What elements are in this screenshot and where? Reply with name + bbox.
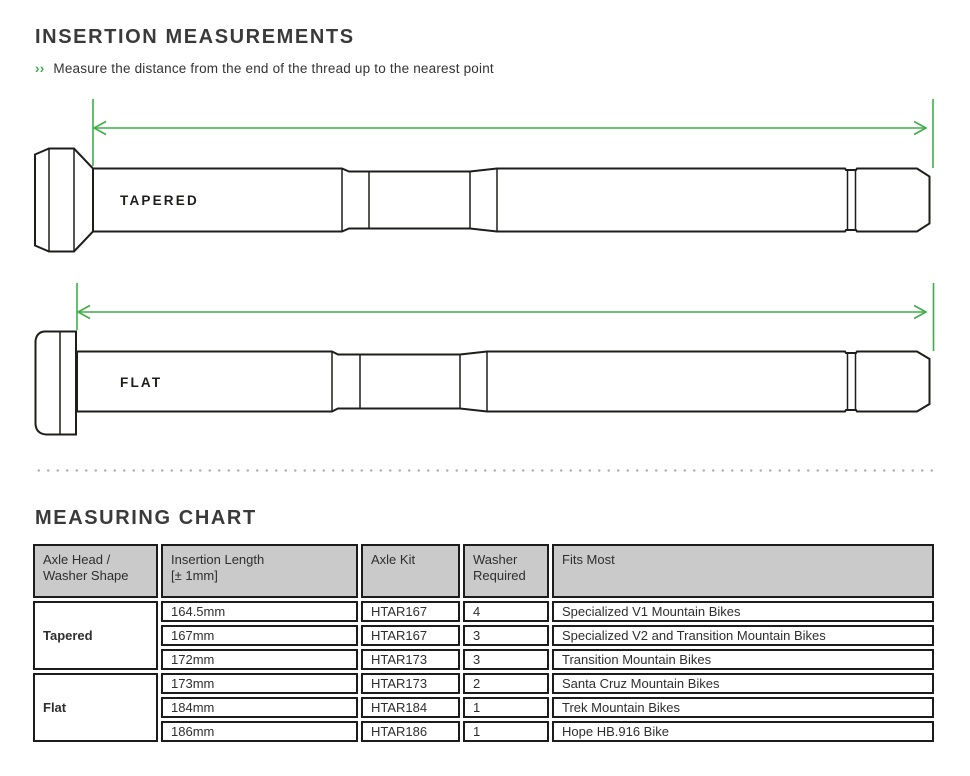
flat-label: FLAT bbox=[120, 375, 162, 390]
th-insertion-length: Insertion Length [± 1mm] bbox=[161, 544, 358, 598]
cell-washer-count: 3 bbox=[463, 625, 549, 646]
th-axle-head-washer-shape: Axle Head / Washer Shape bbox=[33, 544, 158, 598]
tapered-axle-drawing: TAPERED bbox=[35, 149, 930, 252]
th-axle-kit: Axle Kit bbox=[361, 544, 460, 598]
cell-washer-count: 4 bbox=[463, 601, 549, 622]
cell-fits-most: Specialized V1 Mountain Bikes bbox=[552, 601, 934, 622]
axle-diagrams: TAPERED FLAT bbox=[0, 0, 970, 460]
cell-insertion-length: 167mm bbox=[161, 625, 358, 646]
th-washer-required: Washer Required bbox=[463, 544, 549, 598]
table-row: Tapered 164.5mm HTAR167 4 Specialized V1… bbox=[33, 601, 934, 622]
cell-fits-most: Transition Mountain Bikes bbox=[552, 649, 934, 670]
measuring-table: Axle Head / Washer Shape Insertion Lengt… bbox=[30, 541, 937, 745]
table-row: 172mm HTAR173 3 Transition Mountain Bike… bbox=[33, 649, 934, 670]
cell-washer-count: 1 bbox=[463, 721, 549, 742]
chart-title: MEASURING CHART bbox=[35, 507, 257, 529]
table-row: Flat 173mm HTAR173 2 Santa Cruz Mountain… bbox=[33, 673, 934, 694]
cell-insertion-length: 184mm bbox=[161, 697, 358, 718]
cell-fits-most: Trek Mountain Bikes bbox=[552, 697, 934, 718]
cell-axle-kit: HTAR184 bbox=[361, 697, 460, 718]
cell-axle-kit: HTAR173 bbox=[361, 649, 460, 670]
cell-insertion-length: 164.5mm bbox=[161, 601, 358, 622]
cell-axle-shape: Flat bbox=[33, 673, 158, 742]
cell-axle-kit: HTAR186 bbox=[361, 721, 460, 742]
cell-fits-most: Specialized V2 and Transition Mountain B… bbox=[552, 625, 934, 646]
cell-washer-count: 2 bbox=[463, 673, 549, 694]
table-header-row: Axle Head / Washer Shape Insertion Lengt… bbox=[33, 544, 934, 598]
cell-axle-shape: Tapered bbox=[33, 601, 158, 670]
flat-axle-head bbox=[36, 332, 77, 435]
cell-insertion-length: 172mm bbox=[161, 649, 358, 670]
cell-axle-kit: HTAR167 bbox=[361, 625, 460, 646]
cell-axle-kit: HTAR173 bbox=[361, 673, 460, 694]
cell-washer-count: 1 bbox=[463, 697, 549, 718]
flat-axle-body bbox=[77, 352, 930, 412]
tapered-label: TAPERED bbox=[120, 193, 199, 208]
table-row: 186mm HTAR186 1 Hope HB.916 Bike bbox=[33, 721, 934, 742]
cell-fits-most: Santa Cruz Mountain Bikes bbox=[552, 673, 934, 694]
flat-axle-drawing: FLAT bbox=[36, 332, 930, 435]
cell-washer-count: 3 bbox=[463, 649, 549, 670]
cell-fits-most: Hope HB.916 Bike bbox=[552, 721, 934, 742]
cell-axle-kit: HTAR167 bbox=[361, 601, 460, 622]
cell-insertion-length: 173mm bbox=[161, 673, 358, 694]
table-row: 167mm HTAR167 3 Specialized V2 and Trans… bbox=[33, 625, 934, 646]
th-fits-most: Fits Most bbox=[552, 544, 934, 598]
table-row: 184mm HTAR184 1 Trek Mountain Bikes bbox=[33, 697, 934, 718]
cell-insertion-length: 186mm bbox=[161, 721, 358, 742]
dotted-divider bbox=[34, 469, 933, 472]
tapered-axle-body bbox=[93, 169, 930, 232]
tapered-axle-head bbox=[35, 149, 93, 252]
dimension-arrow-flat bbox=[77, 283, 934, 351]
dimension-arrow-tapered bbox=[93, 99, 933, 168]
